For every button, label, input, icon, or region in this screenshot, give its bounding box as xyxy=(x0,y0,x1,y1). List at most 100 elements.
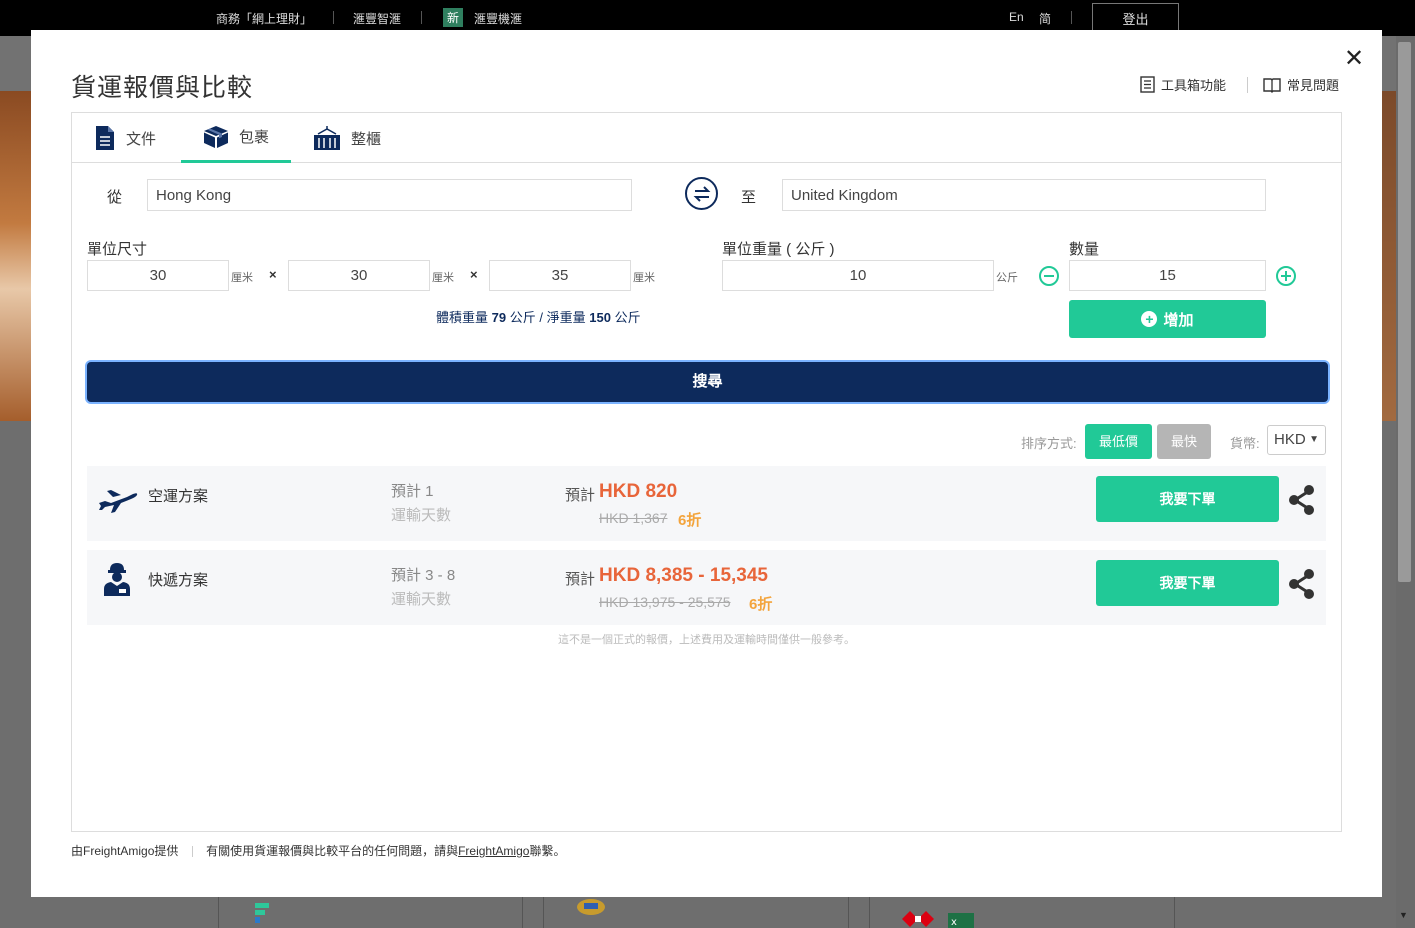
bank-logo-icon: x xyxy=(902,911,974,928)
lang-sc-link[interactable]: 简 xyxy=(1039,10,1051,27)
transit-days-label: 運輸天數 xyxy=(391,591,452,608)
width-unit: 厘米 xyxy=(432,272,454,284)
tab-parcel-label: 包裹 xyxy=(239,129,270,146)
tab-container[interactable]: 整櫃 xyxy=(291,113,405,163)
sort-fastest-button[interactable]: 最快 xyxy=(1157,424,1211,459)
shipment-type-tabs: 文件 包裹 整櫃 xyxy=(72,113,1341,163)
discount-badge: 6折 xyxy=(749,596,773,613)
nav-link-trade[interactable]: 滙豐機滙 xyxy=(474,10,522,27)
destination-input[interactable] xyxy=(782,179,1266,211)
currency-select[interactable]: HKD ▼ xyxy=(1267,425,1326,455)
add-item-label: 增加 xyxy=(1163,311,1194,329)
nav-divider xyxy=(1071,11,1072,24)
background-banner-image xyxy=(0,91,31,421)
multiply-sign: × xyxy=(470,267,478,282)
new-badge: 新 xyxy=(443,8,464,27)
scroll-down-arrow-icon[interactable]: ▼ xyxy=(1399,910,1408,920)
origin-input[interactable] xyxy=(147,179,632,211)
swap-route-button[interactable] xyxy=(685,177,718,210)
length-unit: 厘米 xyxy=(231,272,253,284)
background-banner-image xyxy=(1382,91,1396,421)
tab-document[interactable]: 文件 xyxy=(72,113,181,163)
minus-icon xyxy=(1044,275,1054,277)
tab-container-label: 整櫃 xyxy=(351,130,382,148)
footer-divider xyxy=(191,846,193,858)
weight-summary: 體積重量 79 公斤 / 淨重量 150 公斤 xyxy=(436,307,641,326)
volumetric-weight-value: 79 xyxy=(491,310,507,325)
unit-size-label: 單位尺寸 xyxy=(87,241,148,258)
tab-document-label: 文件 xyxy=(126,130,157,148)
toolbox-link-label: 工具箱功能 xyxy=(1161,78,1227,93)
airplane-icon xyxy=(99,490,138,513)
add-item-button[interactable]: + 增加 xyxy=(1069,300,1266,338)
modal-title: 貨運報價與比較 xyxy=(71,73,254,102)
net-weight-unit: 公斤 xyxy=(614,310,641,325)
currency-label: 貨幣: xyxy=(1230,436,1260,451)
plus-icon xyxy=(1281,271,1291,281)
price: HKD 8,385 - 15,345 xyxy=(599,565,768,586)
contact-suffix-text: 聯繫。 xyxy=(529,844,566,858)
background-card xyxy=(218,897,523,928)
net-weight-value: 150 xyxy=(589,310,611,325)
quote-disclaimer: 這不是一個正式的報價，上述費用及運輸時間僅供一般參考。 xyxy=(558,634,855,646)
price-prefix: 預計 xyxy=(565,571,596,588)
width-input[interactable] xyxy=(288,260,430,291)
height-input[interactable] xyxy=(489,260,631,291)
multiply-sign: × xyxy=(269,267,277,282)
discount-badge: 6折 xyxy=(678,512,702,529)
package-icon xyxy=(204,125,228,148)
estimated-days: 預計 1 xyxy=(391,483,434,500)
sort-label: 排序方式: xyxy=(1021,436,1077,451)
transit-days-label: 運輸天數 xyxy=(391,507,452,524)
freight-quote-modal: 貨運報價與比較 ✕ 工具箱功能 常見問題 文件 包裹 整櫃 從 Hong Kon… xyxy=(31,30,1382,897)
original-price: HKD 13,975 - 25,575 xyxy=(599,594,731,610)
nav-link-business-banking[interactable]: 商務「網上理財」 xyxy=(216,10,312,27)
result-row-courier: 快遞方案 預計 3 - 8 運輸天數 預計 HKD 8,385 - 15,345… xyxy=(87,550,1326,625)
modal-footer: 由FreightAmigo提供 有關使用貨運報價與比較平台的任何問題，請與Fre… xyxy=(71,842,565,859)
unit-weight-label: 單位重量 ( 公斤 ) xyxy=(722,241,835,258)
increase-quantity-button[interactable] xyxy=(1276,266,1296,286)
courier-icon xyxy=(104,563,130,596)
price: HKD 820 xyxy=(599,481,678,502)
quote-panel: 文件 包裹 整櫃 從 至 單位尺寸 厘米 × 厘米 × 厘米 xyxy=(71,112,1342,832)
tab-parcel[interactable]: 包裹 xyxy=(181,113,291,163)
weight-input[interactable] xyxy=(722,260,994,291)
nav-divider xyxy=(333,11,334,24)
sort-cheapest-button[interactable]: 最低價 xyxy=(1085,424,1152,459)
app-logo-icon xyxy=(255,903,269,923)
swap-icon xyxy=(693,185,710,202)
length-input[interactable] xyxy=(87,260,229,291)
background-card: x xyxy=(869,897,1175,928)
close-modal-button[interactable]: ✕ xyxy=(1344,44,1364,73)
estimated-days: 預計 3 - 8 xyxy=(391,567,456,584)
nav-link-smart[interactable]: 滙豐智滙 xyxy=(353,10,401,27)
nav-divider xyxy=(421,11,422,24)
quantity-input[interactable] xyxy=(1069,260,1266,291)
faq-link-label: 常見問題 xyxy=(1287,78,1340,93)
quantity-label: 數量 xyxy=(1069,241,1100,258)
book-icon xyxy=(1263,77,1281,93)
page-scrollbar-thumb[interactable] xyxy=(1398,42,1411,582)
faq-link[interactable]: 常見問題 xyxy=(1263,75,1339,94)
to-label: 至 xyxy=(741,189,757,206)
contact-prefix-text: 有關使用貨運報價與比較平台的任何問題，請與 xyxy=(206,844,459,858)
container-icon xyxy=(314,126,340,150)
lang-en-link[interactable]: En xyxy=(1009,10,1024,24)
place-order-button[interactable]: 我要下單 xyxy=(1096,560,1279,606)
height-unit: 厘米 xyxy=(633,272,655,284)
search-button[interactable]: 搜尋 xyxy=(87,362,1328,402)
share-icon[interactable] xyxy=(1287,484,1317,516)
place-order-button[interactable]: 我要下單 xyxy=(1096,476,1279,522)
net-weight-label: 淨重量 xyxy=(546,310,586,325)
share-icon[interactable] xyxy=(1287,568,1317,600)
app-logo-icon xyxy=(577,899,605,915)
toolbox-icon xyxy=(1140,76,1155,93)
background-cards: x xyxy=(218,897,1175,928)
original-price: HKD 1,367 xyxy=(599,510,668,526)
decrease-quantity-button[interactable] xyxy=(1039,266,1059,286)
provided-by-text: 由FreightAmigo提供 xyxy=(71,844,179,858)
freightamigo-link[interactable]: FreightAmigo xyxy=(458,844,529,858)
price-prefix: 預計 xyxy=(565,487,596,504)
svg-text:x: x xyxy=(951,917,957,928)
toolbox-link[interactable]: 工具箱功能 xyxy=(1140,75,1226,94)
